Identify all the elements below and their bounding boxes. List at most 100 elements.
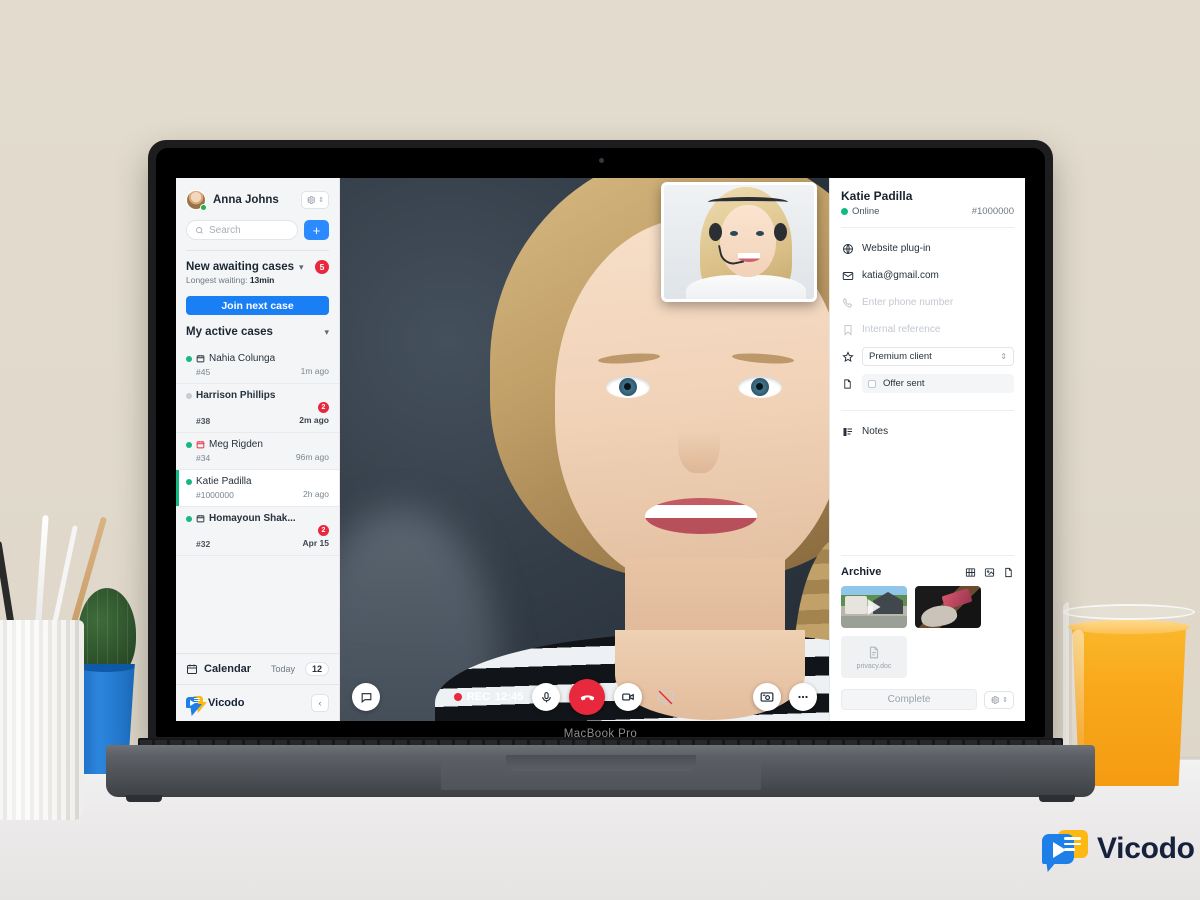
client-field[interactable]: katia@gmail.com bbox=[841, 265, 1014, 286]
film-icon[interactable] bbox=[965, 567, 976, 578]
presence-dot bbox=[186, 392, 192, 399]
avatar[interactable] bbox=[186, 190, 207, 211]
eye bbox=[756, 231, 764, 236]
case-id: #45 bbox=[196, 367, 211, 377]
offer-sent-checkbox-row[interactable]: Offer sent bbox=[862, 374, 1014, 393]
awaiting-header[interactable]: New awaiting cases ▾ 5 bbox=[186, 260, 329, 274]
case-top-row: Meg Rigden bbox=[186, 439, 329, 450]
client-field[interactable]: Enter phone number bbox=[841, 292, 1014, 313]
end-call-button[interactable] bbox=[569, 679, 606, 715]
phone-icon bbox=[841, 297, 854, 309]
document-icon bbox=[841, 378, 854, 390]
chat-button[interactable] bbox=[352, 683, 380, 711]
chevron-updown-icon: ⇕ bbox=[318, 197, 324, 204]
sidebar-header: Anna Johns ⇕ bbox=[176, 178, 339, 220]
brand-wordmark: Vicodo bbox=[1097, 832, 1195, 865]
archive-item-file[interactable]: privacy.doc bbox=[841, 636, 907, 678]
client-field-value: Internal reference bbox=[862, 324, 941, 335]
unread-badge: 2 bbox=[318, 402, 329, 413]
case-bottom-row: #1000000 2h ago bbox=[186, 488, 329, 500]
add-case-button[interactable]: + bbox=[304, 220, 329, 240]
offer-sent-field[interactable]: Offer sent bbox=[841, 373, 1014, 394]
vicodo-logo-icon bbox=[186, 695, 203, 711]
case-list: Nahia Colunga #45 1m ago Harrison Phillips #… bbox=[176, 347, 339, 556]
premium-client-select[interactable]: Premium client ⇕ bbox=[862, 347, 1014, 366]
image-icon[interactable] bbox=[984, 567, 995, 578]
offer-sent-checkbox[interactable] bbox=[868, 379, 876, 388]
settings-button[interactable]: ⇕ bbox=[301, 191, 329, 209]
play-icon bbox=[867, 599, 881, 615]
join-next-case-button[interactable]: Join next case bbox=[186, 296, 329, 315]
client-fields: Website plug-in katia@gmail.com Enter phon… bbox=[841, 238, 1014, 346]
camera-button[interactable] bbox=[614, 683, 643, 711]
client-field-value: katia@gmail.com bbox=[862, 270, 939, 281]
client-field[interactable]: Website plug-in bbox=[841, 238, 1014, 259]
archive-item-video[interactable] bbox=[841, 586, 907, 628]
juice-surface bbox=[1068, 620, 1190, 634]
case-name: Meg Rigden bbox=[209, 439, 263, 450]
complete-button[interactable]: Complete bbox=[841, 689, 978, 710]
awaiting-section: New awaiting cases ▾ 5 Longest waiting: … bbox=[176, 251, 339, 289]
case-name: Katie Padilla bbox=[196, 476, 252, 487]
microphone-button[interactable] bbox=[532, 683, 561, 711]
active-header[interactable]: My active cases ▾ bbox=[186, 326, 329, 338]
case-list-item[interactable]: Homayoun Shak... #32 2 Apr 15 bbox=[176, 507, 339, 556]
case-time: 2m ago bbox=[299, 415, 329, 425]
headset-earcup-icon bbox=[774, 223, 787, 241]
archive-item-image[interactable] bbox=[915, 586, 981, 628]
client-panel: Katie Padilla Online #1000000 Website pl… bbox=[829, 178, 1025, 721]
divider bbox=[841, 410, 1014, 411]
search-input[interactable]: Search bbox=[186, 220, 298, 240]
snapshot-button[interactable] bbox=[753, 683, 781, 711]
case-meta: 96m ago bbox=[296, 451, 329, 463]
play-icon bbox=[1053, 842, 1066, 858]
divider bbox=[841, 227, 1014, 228]
presence-dot bbox=[200, 204, 207, 211]
client-status-row: Online #1000000 bbox=[841, 206, 1014, 217]
longest-waiting-value: 13min bbox=[249, 275, 275, 285]
chevron-updown-icon: ⇕ bbox=[1002, 696, 1008, 704]
document-icon bbox=[869, 646, 879, 658]
case-time: 1m ago bbox=[300, 366, 329, 376]
document-icon[interactable] bbox=[1003, 567, 1014, 578]
globe-icon bbox=[841, 243, 854, 255]
client-id: #1000000 bbox=[971, 206, 1014, 217]
laptop-lid: MacBook Pro Anna Johns ⇕ Search + New aw… bbox=[148, 140, 1053, 745]
pupil bbox=[756, 383, 763, 390]
case-list-item[interactable]: Nahia Colunga #45 1m ago bbox=[176, 347, 339, 384]
archive-filter-icons bbox=[965, 567, 1014, 578]
video-stage[interactable]: REC 12:45 bbox=[340, 178, 829, 721]
notes-field[interactable]: Notes bbox=[841, 421, 1014, 442]
star-icon bbox=[841, 350, 854, 363]
self-view-face bbox=[720, 205, 776, 277]
case-list-item[interactable]: Meg Rigden #34 96m ago bbox=[176, 433, 339, 470]
search-placeholder: Search bbox=[209, 224, 241, 236]
pen-cup bbox=[0, 620, 84, 820]
chat-bubble-icon bbox=[361, 692, 371, 703]
collapse-sidebar-button[interactable]: ‹ bbox=[311, 694, 329, 712]
case-list-item[interactable]: Harrison Phillips #38 2 2m ago bbox=[176, 384, 339, 433]
longest-waiting-label: Longest waiting: bbox=[186, 275, 248, 285]
panel-settings-button[interactable]: ⇕ bbox=[984, 690, 1014, 709]
calendar-icon bbox=[187, 664, 197, 674]
primary-controls: REC 12:45 bbox=[453, 679, 679, 715]
case-id: #34 bbox=[196, 453, 211, 463]
call-timer: 12:45 bbox=[495, 691, 524, 703]
screen-share-button[interactable] bbox=[651, 683, 679, 711]
sidebar-item-calendar[interactable]: Calendar Today 12 bbox=[176, 653, 339, 684]
recording-indicator: REC 12:45 bbox=[453, 691, 524, 703]
calendar-count-badge: 12 bbox=[304, 662, 329, 676]
self-view-window[interactable] bbox=[661, 182, 817, 302]
more-options-button[interactable] bbox=[789, 683, 817, 711]
premium-client-field[interactable]: Premium client ⇕ bbox=[841, 346, 1014, 367]
case-top-row: Homayoun Shak... bbox=[186, 513, 329, 524]
client-field[interactable]: Internal reference bbox=[841, 319, 1014, 340]
calendar-icon bbox=[196, 515, 205, 523]
active-title: My active cases bbox=[186, 326, 273, 338]
recording-label: REC bbox=[466, 691, 491, 703]
logo-lines-icon bbox=[1064, 837, 1081, 851]
case-time: Apr 15 bbox=[302, 538, 329, 548]
ellipsis-icon bbox=[798, 695, 808, 699]
case-list-item[interactable]: Katie Padilla #1000000 2h ago bbox=[176, 470, 339, 507]
